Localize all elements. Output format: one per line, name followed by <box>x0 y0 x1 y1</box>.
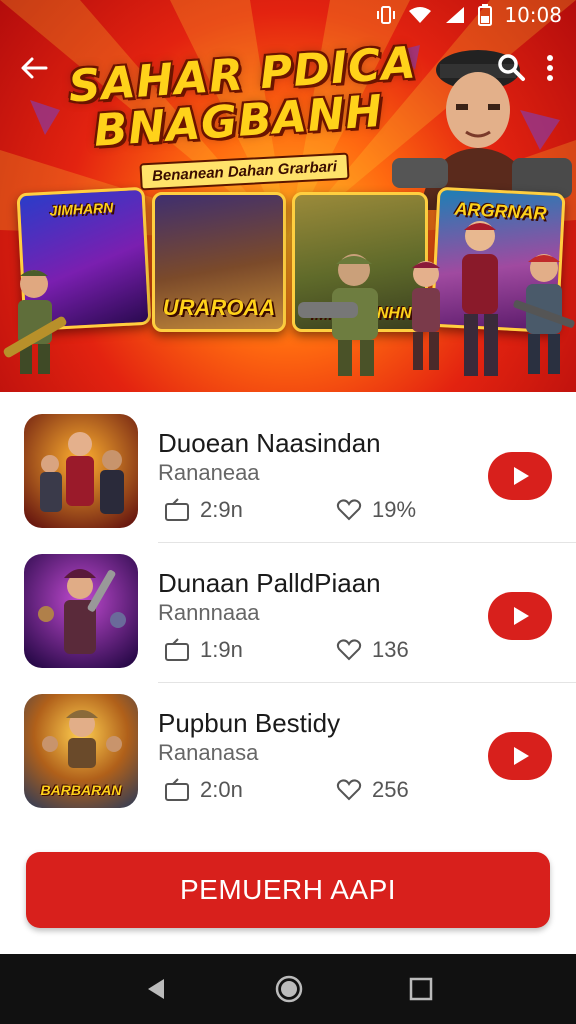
play-button[interactable] <box>488 452 552 500</box>
thumbnail-caption: BARBARAN <box>40 782 122 798</box>
players-icon <box>165 638 189 661</box>
play-button[interactable] <box>488 592 552 640</box>
soldier-figure <box>298 254 378 376</box>
game-thumbnail <box>24 554 138 668</box>
more-vert-icon[interactable] <box>540 52 560 84</box>
game-players-value: 2:9n <box>200 497 243 522</box>
game-players-value: 2:0n <box>200 777 243 802</box>
play-button[interactable] <box>488 732 552 780</box>
game-title: Duoean Naasindan <box>158 428 381 458</box>
game-subtitle: Rananasa <box>158 740 259 765</box>
game-list-item[interactable]: Dunaan PalldPiaan Rannnaaa 1:9n 136 <box>0 532 576 683</box>
players-icon <box>165 778 189 801</box>
play-icon <box>514 467 529 485</box>
game-players: 1:9n <box>164 636 243 664</box>
game-likes-value: 256 <box>372 777 409 802</box>
cta-button[interactable]: PEMUERH AAPI <box>26 852 550 928</box>
nav-back-icon[interactable] <box>142 975 170 1003</box>
game-thumbnail <box>24 414 138 528</box>
game-players: 2:0n <box>164 776 243 804</box>
game-list-item[interactable]: Duoean Naasindan Rananeaa 2:9n 19% <box>0 392 576 543</box>
game-likes-value: 136 <box>372 637 409 662</box>
game-likes-value: 19% <box>372 497 417 522</box>
heart-icon <box>336 639 362 661</box>
search-icon[interactable] <box>496 52 526 82</box>
game-subtitle: Rananeaa <box>158 460 260 485</box>
game-title: Pupbun Bestidy <box>158 708 341 738</box>
status-time: 10:08 <box>504 3 562 27</box>
heart-icon <box>336 779 362 801</box>
game-list: Duoean Naasindan Rananeaa 2:9n 19% Dunaa… <box>0 392 576 832</box>
banner-card-caption: URAROAA <box>162 295 276 320</box>
game-list-item[interactable]: BARBARAN Pupbun Bestidy Rananasa 2:0n 25… <box>0 672 576 812</box>
nav-recents-icon[interactable] <box>408 976 434 1002</box>
vibrate-icon <box>377 6 396 24</box>
play-icon <box>514 747 529 765</box>
wifi-icon <box>409 7 432 23</box>
signal-icon <box>446 7 465 23</box>
play-icon <box>514 607 529 625</box>
banner-card-caption: JIMHARN <box>49 199 114 219</box>
soldier-figure <box>513 254 575 374</box>
nav-home-icon[interactable] <box>274 974 304 1004</box>
system-nav-bar <box>0 954 576 1024</box>
back-arrow-icon[interactable] <box>16 50 52 86</box>
soldier-figure <box>3 270 67 374</box>
status-bar: 10:08 <box>0 0 576 30</box>
game-likes: 19% <box>336 496 416 524</box>
battery-icon <box>478 4 493 26</box>
players-icon <box>165 498 189 521</box>
game-likes: 256 <box>336 776 409 804</box>
banner-card[interactable]: URAROAA <box>152 192 286 332</box>
game-players-value: 1:9n <box>200 637 243 662</box>
hero-banner[interactable]: SAHAR PDICA BNAGBANH Benanean Dahan Grar… <box>0 0 576 392</box>
game-title: Dunaan PalldPiaan <box>158 568 381 598</box>
soldier-figure <box>462 221 498 376</box>
game-thumbnail: BARBARAN <box>24 694 138 808</box>
game-players: 2:9n <box>164 496 243 524</box>
game-subtitle: Rannnaaa <box>158 600 260 625</box>
heart-icon <box>336 499 362 521</box>
game-likes: 136 <box>336 636 409 664</box>
